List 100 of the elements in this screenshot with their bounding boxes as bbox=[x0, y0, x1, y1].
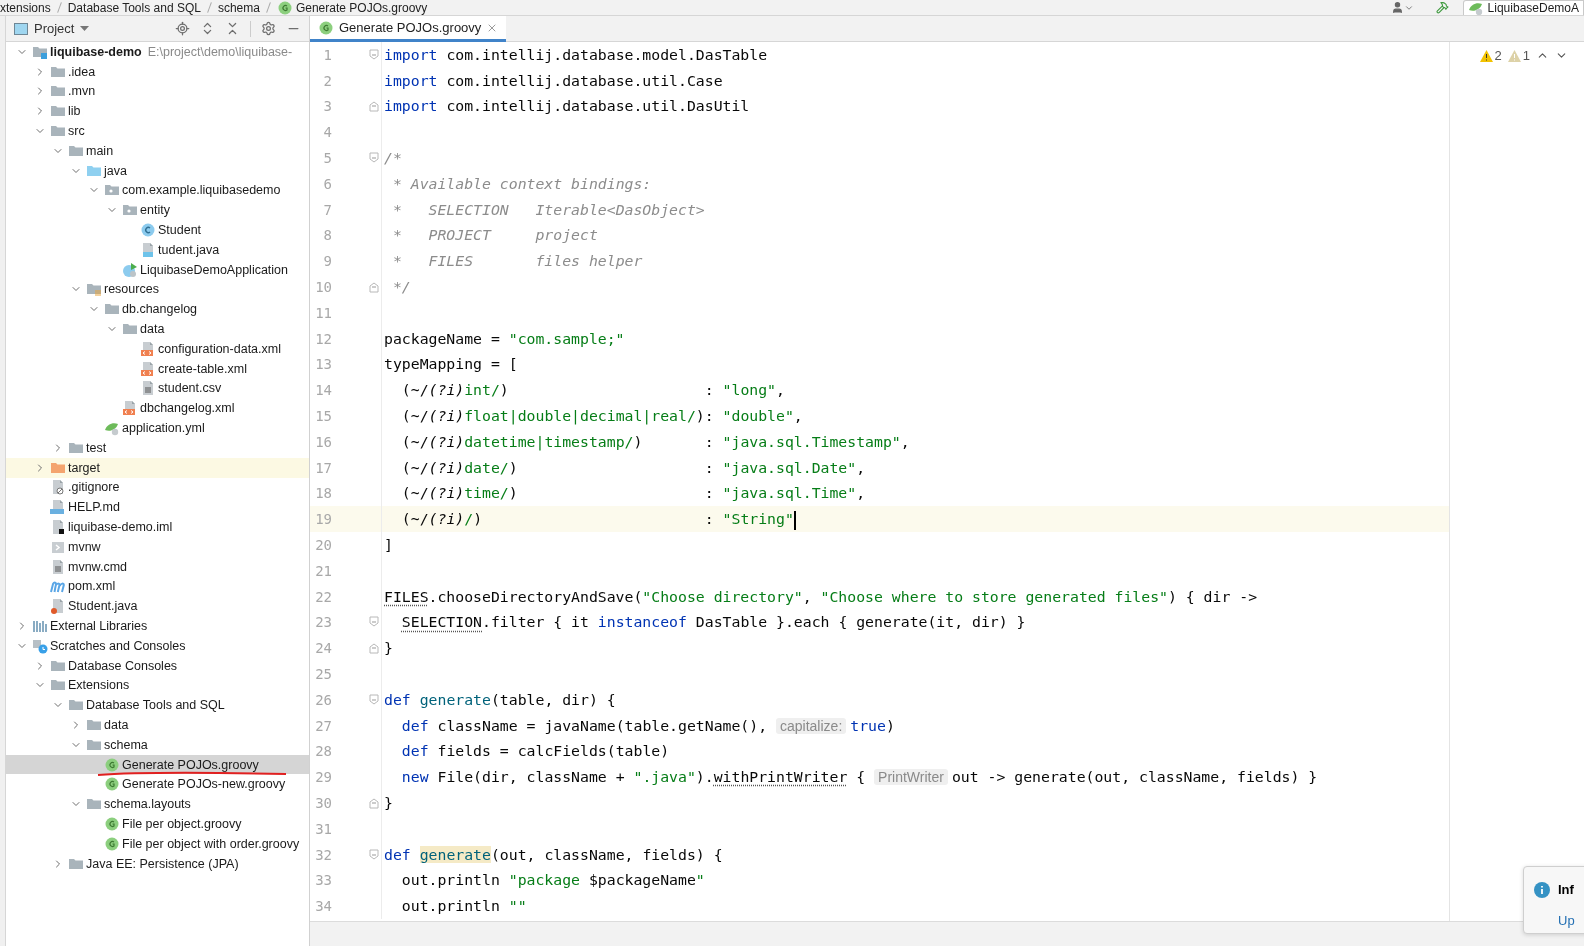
code-token: com.intellij.database.util.DasUtil bbox=[446, 97, 750, 115]
code-token: def bbox=[384, 690, 411, 708]
code-token: ".java" bbox=[633, 768, 696, 786]
code-token: /* bbox=[384, 149, 402, 167]
tree-item[interactable]: liquibase-demo.iml bbox=[6, 517, 309, 537]
line-number: 8 bbox=[322, 227, 332, 244]
tree-item[interactable]: schema.layouts bbox=[6, 794, 309, 815]
tree-item[interactable]: dbchangelog.xml bbox=[6, 398, 309, 419]
code-token: */ bbox=[392, 278, 411, 296]
tree-item[interactable]: Database Consoles bbox=[6, 655, 309, 676]
tree-item[interactable]: File per object.groovy bbox=[6, 814, 309, 834]
code-token: ) : bbox=[508, 458, 715, 476]
line-number: 1 bbox=[322, 46, 332, 63]
code-token: , bbox=[793, 407, 803, 425]
tree-item[interactable]: Generate POJOs-new.groovy bbox=[6, 774, 309, 795]
tree-item[interactable]: create-table.xml bbox=[6, 358, 309, 379]
tree-item[interactable]: Scratches and Consoles bbox=[6, 635, 309, 656]
code-token: { bbox=[856, 768, 867, 786]
tree-item[interactable]: lib bbox=[6, 101, 309, 122]
tree-item[interactable]: Generate POJOs.groovy bbox=[6, 754, 309, 775]
tree-item[interactable]: File per object with order.groovy bbox=[6, 833, 309, 854]
line-number: 32 bbox=[314, 846, 332, 863]
breadcrumb[interactable]: Database Tools and SQL bbox=[67, 0, 201, 15]
code-token: className = javaName(table.getName(), bbox=[437, 716, 769, 734]
code-token: generate bbox=[419, 845, 491, 863]
tree-item[interactable]: main bbox=[6, 141, 309, 161]
tree-item[interactable]: com.example.liquibasedemo bbox=[6, 180, 309, 201]
line-number: 13 bbox=[314, 356, 332, 373]
tree-item[interactable]: .gitignore bbox=[6, 477, 309, 498]
notification-link[interactable]: Up bbox=[1558, 913, 1584, 929]
tree-item[interactable]: schema bbox=[6, 734, 309, 755]
tree-item[interactable]: External Libraries bbox=[6, 616, 309, 636]
tree-item[interactable]: Student bbox=[6, 220, 309, 240]
tree-item[interactable]: data bbox=[6, 715, 309, 735]
code-token: * Available context bindings: bbox=[392, 174, 652, 192]
code-token: DasTable }.each { generate(it, dir) } bbox=[695, 613, 1026, 631]
code-token: "" bbox=[508, 897, 527, 915]
tree-item[interactable]: Student.java bbox=[6, 596, 309, 617]
line-number: 4 bbox=[322, 124, 332, 141]
tree-item[interactable]: .mvn bbox=[6, 81, 309, 102]
code-token: new bbox=[401, 768, 429, 786]
warnings-count[interactable]: 2 bbox=[1479, 48, 1502, 63]
code-token: ) bbox=[885, 716, 895, 734]
code-token: def bbox=[401, 716, 429, 734]
breadcrumb[interactable]: schema bbox=[217, 0, 260, 15]
tree-item[interactable]: pom.xml bbox=[6, 576, 309, 597]
editor-tab[interactable]: Generate POJOs.groovy bbox=[310, 16, 507, 42]
line-number: 27 bbox=[314, 717, 332, 734]
code-token: .filter { it bbox=[482, 613, 590, 631]
tree-item[interactable]: mvnw bbox=[6, 536, 309, 557]
code-token: (?i) bbox=[428, 484, 465, 502]
tree-item[interactable]: HELP.md bbox=[6, 497, 309, 518]
breadcrumb[interactable]: xtensions bbox=[0, 0, 51, 15]
code-token: ) : bbox=[473, 510, 715, 528]
code-token: out -> generate(out, className, fields) } bbox=[951, 768, 1318, 786]
weak-warnings-count[interactable]: 1 bbox=[1507, 48, 1530, 63]
tree-item[interactable]: target bbox=[6, 457, 309, 478]
code-token: withPrintWriter bbox=[713, 768, 848, 786]
code-token: (~/ bbox=[401, 510, 429, 528]
tree-item[interactable]: .idea bbox=[6, 61, 309, 82]
line-number: 15 bbox=[314, 408, 332, 425]
project-path: E:\project\demo\liquibase- bbox=[147, 44, 293, 59]
line-number: 2 bbox=[322, 72, 332, 89]
code-token: ) : bbox=[499, 381, 715, 399]
tree-item[interactable]: db.changelog bbox=[6, 299, 309, 320]
tree-item[interactable]: java bbox=[6, 160, 309, 181]
project-view-selector[interactable]: Project bbox=[14, 21, 90, 36]
tree-item[interactable]: data bbox=[6, 319, 309, 339]
tree-item[interactable]: Extensions bbox=[6, 675, 309, 696]
tree-item[interactable]: student.csv bbox=[6, 378, 309, 399]
tree-item[interactable]: Java EE: Persistence (JPA) bbox=[6, 853, 309, 874]
code-token: "java.sql.Date" bbox=[722, 458, 857, 476]
code-token: SELECTION bbox=[401, 613, 482, 631]
tree-item[interactable]: liquibase-demo E:\project\demo\liquibase- bbox=[6, 42, 309, 62]
tree-item[interactable]: application.yml bbox=[6, 418, 309, 438]
code-token: (?i) bbox=[428, 458, 465, 476]
tree-item[interactable]: resources bbox=[6, 279, 309, 300]
tree-item[interactable]: test bbox=[6, 437, 309, 458]
code-token: float|double|decimal|real/ bbox=[464, 407, 696, 425]
code-token: (table, dir) { bbox=[490, 690, 616, 708]
code-token: import bbox=[384, 71, 438, 89]
tree-item[interactable]: configuration-data.xml bbox=[6, 338, 309, 359]
tree-item[interactable]: tudent.java bbox=[6, 239, 309, 260]
tree-item[interactable]: entity bbox=[6, 200, 309, 221]
line-number: 9 bbox=[322, 253, 332, 270]
line-number: 16 bbox=[314, 433, 332, 450]
line-number: 20 bbox=[314, 537, 332, 554]
breadcrumb[interactable]: Generate POJOs.groovy bbox=[276, 0, 428, 15]
tree-item[interactable]: Database Tools and SQL bbox=[6, 695, 309, 716]
run-configuration[interactable]: LiquibaseDemoA bbox=[1462, 0, 1584, 15]
tree-item[interactable]: LiquibaseDemoApplication bbox=[6, 259, 309, 280]
code-token: datetime|timestamp/ bbox=[464, 432, 634, 450]
line-number: 5 bbox=[322, 150, 332, 167]
code-token: (~/ bbox=[401, 407, 429, 425]
code-token: ) { dir -> bbox=[1168, 587, 1258, 605]
code-token: ). bbox=[695, 768, 714, 786]
code-token: , bbox=[900, 432, 910, 450]
code-token: $packageName bbox=[588, 871, 696, 889]
tree-item[interactable]: src bbox=[6, 121, 309, 141]
tree-item[interactable]: mvnw.cmd bbox=[6, 556, 309, 577]
